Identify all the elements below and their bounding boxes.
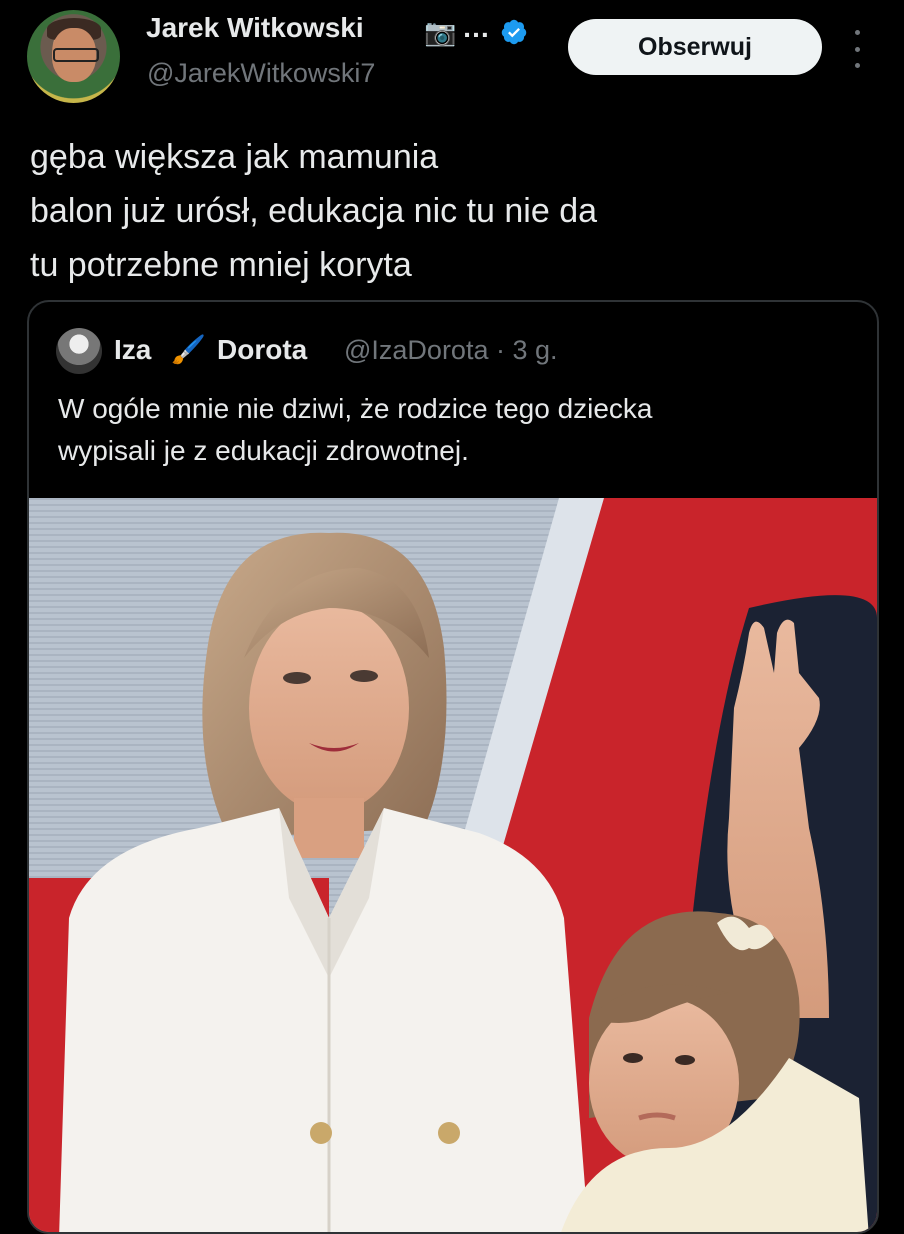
author-handle[interactable]: @JarekWitkowski7 <box>147 58 375 89</box>
quoted-photo[interactable] <box>29 498 877 1232</box>
quoted-handle-time: @IzaDorota · 3 g. <box>344 335 558 365</box>
quoted-author-name-first: Iza <box>114 334 152 365</box>
tweet-text: gęba większa jak mamunia balon już urósł… <box>30 130 597 292</box>
author-avatar[interactable] <box>27 10 120 103</box>
name-truncation: … <box>462 12 490 43</box>
verified-icon <box>501 19 527 45</box>
author-name[interactable]: Jarek Witkowski <box>146 12 364 44</box>
quoted-line: W ogóle mnie nie dziwi, że rodzice tego … <box>58 393 653 424</box>
tweet-line: gęba większa jak mamunia <box>30 138 439 176</box>
tweet-line: tu potrzebne mniej koryta <box>30 246 412 284</box>
quoted-author-avatar <box>56 328 102 374</box>
camera-icon: 📷 <box>424 17 457 47</box>
photo-illustration <box>29 498 877 1232</box>
quoted-line: wypisali je z edukacji zdrowotnej. <box>58 435 469 466</box>
quoted-tweet-card[interactable]: Iza 🖌️ Dorota @IzaDorota · 3 g. W ogóle … <box>27 300 879 1234</box>
brush-icon: 🖌️ <box>171 334 206 365</box>
follow-button[interactable]: Obserwuj <box>568 19 822 75</box>
tweet-line: balon już urósł, edukacja nic tu nie da <box>30 192 598 230</box>
more-icon[interactable] <box>850 30 864 68</box>
quoted-author-name-second: Dorota <box>217 334 308 365</box>
quoted-text: W ogóle mnie nie dziwi, że rodzice tego … <box>58 388 653 472</box>
